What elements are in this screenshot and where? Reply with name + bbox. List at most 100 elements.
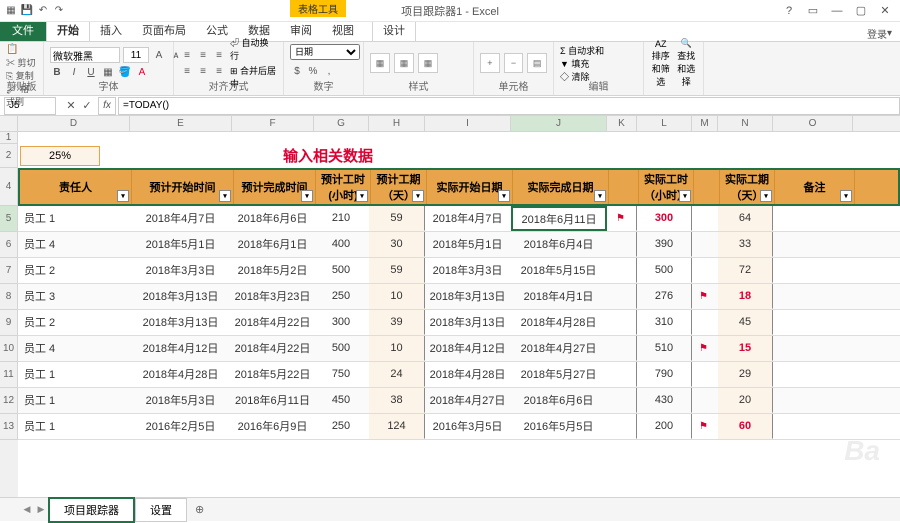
col-header-responsible[interactable]: 责任人▾ bbox=[20, 170, 132, 204]
spreadsheet-grid[interactable]: DEFGHIJKLMNO 1245678910111213 25% 输入相关数据… bbox=[0, 116, 900, 497]
next-sheet-icon[interactable]: ▶ bbox=[34, 503, 48, 517]
add-sheet-button[interactable]: ⊕ bbox=[187, 503, 212, 516]
fill-color-button[interactable]: 🪣 bbox=[118, 65, 132, 79]
sheet-tab-settings[interactable]: 设置 bbox=[135, 498, 187, 522]
currency-icon[interactable]: $ bbox=[290, 64, 304, 78]
table-format-button[interactable]: ▦ bbox=[394, 53, 414, 73]
table-row[interactable]: 员工 12016年2月5日2016年6月9日2501242016年3月5日201… bbox=[18, 414, 900, 440]
col-header-D[interactable]: D bbox=[18, 116, 130, 131]
filter-arrow-icon[interactable]: ▾ bbox=[498, 190, 510, 202]
col-header-J[interactable]: J bbox=[511, 116, 607, 131]
row-header-11[interactable]: 11 bbox=[0, 362, 18, 388]
sort-filter-button[interactable]: AZ排序和筛选 bbox=[650, 39, 672, 88]
paste-button[interactable]: 📋 bbox=[6, 44, 18, 55]
col-header-K[interactable]: K bbox=[607, 116, 637, 131]
row-header-12[interactable]: 12 bbox=[0, 388, 18, 414]
filter-arrow-icon[interactable]: ▾ bbox=[679, 190, 691, 202]
align-left-icon[interactable]: ≡ bbox=[180, 64, 194, 78]
align-mid-icon[interactable]: ≡ bbox=[196, 48, 210, 62]
percent-icon[interactable]: % bbox=[306, 64, 320, 78]
maximize-icon[interactable]: ▢ bbox=[850, 2, 872, 20]
col-header-L[interactable]: L bbox=[637, 116, 692, 131]
border-button[interactable]: ▦ bbox=[101, 65, 115, 79]
delete-cells-button[interactable]: − bbox=[504, 53, 524, 73]
col-header-actual-end[interactable]: 实际完成日期▾ bbox=[513, 170, 609, 204]
col-header-actual-start[interactable]: 实际开始日期▾ bbox=[427, 170, 513, 204]
cell-style-button[interactable]: ▦ bbox=[418, 53, 438, 73]
sheet-tab-tracker[interactable]: 项目跟踪器 bbox=[48, 497, 135, 523]
filter-arrow-icon[interactable]: ▾ bbox=[412, 190, 424, 202]
ribbon-options-icon[interactable]: ▭ bbox=[802, 2, 824, 20]
autosum-button[interactable]: Σ 自动求和 bbox=[560, 44, 604, 57]
col-header-H[interactable]: H bbox=[369, 116, 425, 131]
align-center-icon[interactable]: ≡ bbox=[196, 64, 210, 78]
col-header-F[interactable]: F bbox=[232, 116, 314, 131]
tab-review[interactable]: 审阅 bbox=[280, 19, 322, 41]
row-header-7[interactable]: 7 bbox=[0, 258, 18, 284]
grow-font-icon[interactable]: A bbox=[152, 48, 166, 62]
italic-button[interactable]: I bbox=[67, 65, 81, 79]
row-header-1[interactable]: 1 bbox=[0, 132, 18, 144]
col-header-actual-days[interactable]: 实际工期（天）▾ bbox=[720, 170, 775, 204]
filter-arrow-icon[interactable]: ▾ bbox=[760, 190, 772, 202]
table-row[interactable]: 员工 12018年5月3日2018年6月11日450382018年4月27日20… bbox=[18, 388, 900, 414]
find-select-button[interactable]: 🔍查找和选择 bbox=[676, 38, 698, 88]
table-row[interactable]: 员工 12018年4月7日2018年6月6日210592018年4月7日2018… bbox=[18, 206, 900, 232]
cond-format-button[interactable]: ▦ bbox=[370, 53, 390, 73]
wrap-text-button[interactable]: ⏎ 自动换行 bbox=[230, 36, 277, 62]
row-header-13[interactable]: 13 bbox=[0, 414, 18, 440]
align-bot-icon[interactable]: ≡ bbox=[212, 48, 226, 62]
col-header-plan-days[interactable]: 预计工期（天）▾ bbox=[371, 170, 427, 204]
col-header-notes[interactable]: 备注▾ bbox=[775, 170, 855, 204]
font-color-button[interactable]: A bbox=[135, 65, 149, 79]
table-row[interactable]: 员工 42018年4月12日2018年4月22日500102018年4月12日2… bbox=[18, 336, 900, 362]
col-header-M[interactable]: M bbox=[692, 116, 718, 131]
comma-icon[interactable]: , bbox=[322, 64, 336, 78]
col-header-E[interactable]: E bbox=[130, 116, 232, 131]
col-header-O[interactable]: O bbox=[773, 116, 853, 131]
font-size-input[interactable] bbox=[123, 47, 149, 63]
table-row[interactable]: 员工 42018年5月1日2018年6月1日400302018年5月1日2018… bbox=[18, 232, 900, 258]
help-icon[interactable]: ? bbox=[778, 2, 800, 20]
table-row[interactable]: 员工 22018年3月3日2018年5月2日500592018年3月3日2018… bbox=[18, 258, 900, 284]
login-link[interactable]: 登录 ▾ bbox=[859, 26, 900, 41]
bold-button[interactable]: B bbox=[50, 65, 64, 79]
col-header-plan-end[interactable]: 预计完成时间▾ bbox=[234, 170, 316, 204]
font-name-input[interactable] bbox=[50, 47, 120, 63]
row-header-10[interactable]: 10 bbox=[0, 336, 18, 362]
col-header-actual-hours[interactable]: 实际工时（小时）▾ bbox=[639, 170, 694, 204]
formula-input[interactable] bbox=[118, 97, 900, 115]
filter-arrow-icon[interactable]: ▾ bbox=[356, 190, 368, 202]
tab-insert[interactable]: 插入 bbox=[90, 19, 132, 41]
row-header-8[interactable]: 8 bbox=[0, 284, 18, 310]
table-row[interactable]: 员工 32018年3月13日2018年3月23日250102018年3月13日2… bbox=[18, 284, 900, 310]
align-top-icon[interactable]: ≡ bbox=[180, 48, 194, 62]
fx-button[interactable]: fx bbox=[98, 97, 116, 115]
table-row[interactable]: 员工 22018年3月13日2018年4月22日300392018年3月13日2… bbox=[18, 310, 900, 336]
row-header-9[interactable]: 9 bbox=[0, 310, 18, 336]
enter-icon[interactable]: ✓ bbox=[80, 99, 94, 113]
filter-arrow-icon[interactable]: ▾ bbox=[219, 190, 231, 202]
tab-file[interactable]: 文件 bbox=[0, 19, 46, 41]
filter-arrow-icon[interactable]: ▾ bbox=[840, 190, 852, 202]
redo-icon[interactable]: ↷ bbox=[52, 4, 66, 18]
prev-sheet-icon[interactable]: ◀ bbox=[20, 503, 34, 517]
row-header-2[interactable]: 2 bbox=[0, 144, 18, 168]
table-row[interactable]: 员工 12018年4月28日2018年5月22日750242018年4月28日2… bbox=[18, 362, 900, 388]
filter-arrow-icon[interactable]: ▾ bbox=[594, 190, 606, 202]
align-right-icon[interactable]: ≡ bbox=[212, 64, 226, 78]
cancel-icon[interactable]: ✕ bbox=[64, 99, 78, 113]
save-icon[interactable]: 💾 bbox=[20, 4, 34, 18]
col-header-I[interactable]: I bbox=[425, 116, 511, 131]
insert-cells-button[interactable]: + bbox=[480, 53, 500, 73]
row-header-6[interactable]: 6 bbox=[0, 232, 18, 258]
select-all-corner[interactable] bbox=[0, 116, 18, 131]
filter-arrow-icon[interactable]: ▾ bbox=[301, 190, 313, 202]
col-header-plan-hours[interactable]: 预计工时(小时)▾ bbox=[316, 170, 371, 204]
col-header-G[interactable]: G bbox=[314, 116, 369, 131]
tab-layout[interactable]: 页面布局 bbox=[132, 19, 196, 41]
tab-view[interactable]: 视图 bbox=[322, 19, 364, 41]
close-icon[interactable]: ✕ bbox=[874, 2, 896, 20]
number-format-select[interactable]: 日期 bbox=[290, 44, 360, 60]
cut-button[interactable]: ✂ 剪切 bbox=[6, 56, 37, 69]
